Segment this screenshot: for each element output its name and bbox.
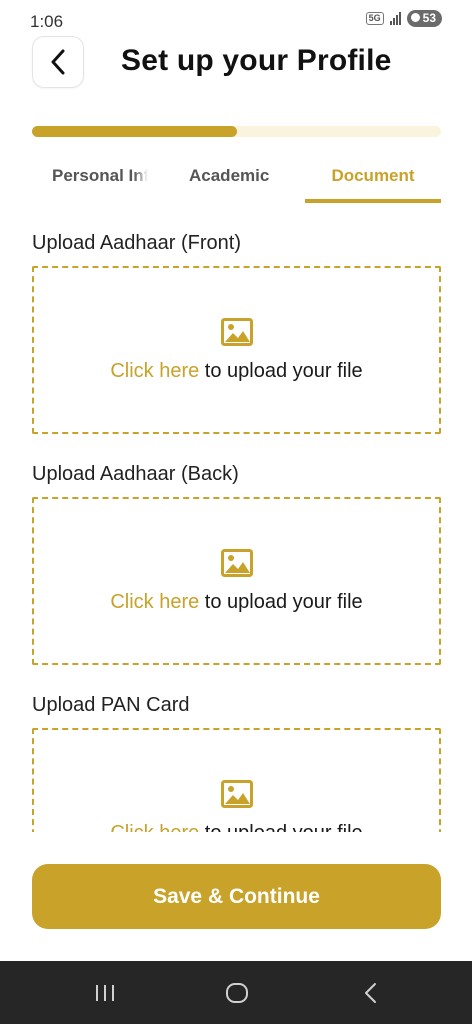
system-back-button[interactable] — [340, 961, 400, 1024]
signal-icon — [389, 12, 401, 25]
network-type-icon: 5G — [365, 12, 384, 25]
tab-document[interactable]: Document — [305, 148, 441, 204]
back-button[interactable] — [32, 36, 84, 88]
tab-personal-information[interactable]: Personal Information — [52, 148, 148, 204]
upload-list[interactable]: Upload Aadhaar (Front) Click here to upl… — [0, 220, 472, 832]
upload-pan-card: Upload PAN Card Click here to upload you… — [32, 682, 441, 832]
status-icons: 5G 53 — [365, 10, 442, 27]
header: Set up your Profile — [0, 36, 472, 90]
home-icon — [226, 982, 248, 1003]
tab-label: Academic — [189, 166, 270, 185]
upload-aadhaar-back: Upload Aadhaar (Back) Click here to uplo… — [32, 451, 441, 665]
tab-active-indicator — [305, 199, 441, 203]
battery-icon: 53 — [406, 10, 442, 27]
click-here-link[interactable]: Click here — [110, 822, 199, 833]
upload-label: Upload Aadhaar (Back) — [32, 463, 239, 485]
upload-hint: Click here to upload your file — [110, 822, 362, 833]
status-time: 1:06 — [30, 12, 64, 31]
upload-hint: Click here to upload your file — [110, 360, 362, 383]
back-icon — [365, 982, 376, 1003]
progress-fill — [32, 126, 237, 137]
page-title: Set up your Profile — [121, 44, 392, 77]
image-icon — [220, 548, 253, 577]
chevron-left-icon — [51, 49, 65, 75]
upload-label: Upload Aadhaar (Front) — [32, 232, 242, 254]
image-icon — [220, 779, 253, 808]
click-here-link[interactable]: Click here — [110, 360, 199, 382]
upload-dropzone-pan-card[interactable]: Click here to upload your file — [32, 728, 441, 832]
click-here-link[interactable]: Click here — [110, 591, 199, 613]
recents-icon — [96, 984, 114, 1001]
upload-hint-text: to upload your file — [199, 359, 363, 382]
upload-hint-text: to upload your file — [199, 822, 363, 833]
upload-hint: Click here to upload your file — [110, 591, 362, 614]
home-button[interactable] — [207, 961, 267, 1024]
upload-dropzone-aadhaar-back[interactable]: Click here to upload your file — [32, 497, 441, 665]
image-icon — [220, 317, 253, 346]
upload-aadhaar-front: Upload Aadhaar (Front) Click here to upl… — [32, 220, 441, 434]
recents-button[interactable] — [75, 961, 135, 1024]
upload-hint-text: to upload your file — [199, 590, 363, 613]
save-continue-button[interactable]: Save & Continue — [32, 864, 441, 929]
tab-bar: Personal Information Academic Document — [32, 148, 441, 204]
upload-label: Upload PAN Card — [32, 694, 190, 716]
system-nav-bar — [0, 961, 472, 1024]
status-bar: 1:06 5G 53 — [0, 0, 472, 40]
progress-bar — [32, 126, 441, 137]
tab-academic[interactable]: Academic — [189, 148, 299, 204]
tab-label: Document — [331, 166, 415, 185]
upload-dropzone-aadhaar-front[interactable]: Click here to upload your file — [32, 266, 441, 434]
